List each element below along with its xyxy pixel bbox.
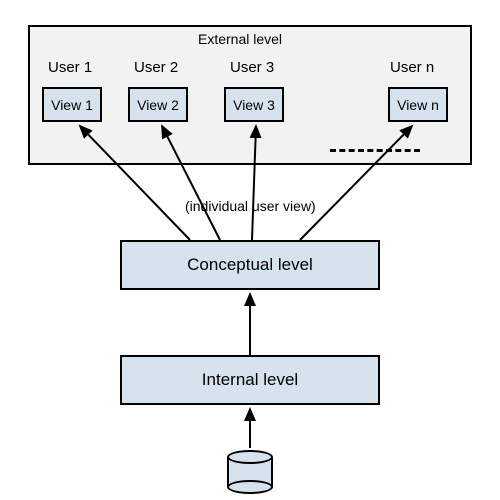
- user-label-1: User 1: [48, 59, 92, 76]
- external-level-title: External level: [198, 31, 282, 47]
- view-label-n: View n: [397, 97, 439, 113]
- conceptual-level-box: Conceptual level: [120, 240, 380, 290]
- external-level-panel: External level User 1 User 2 User 3 User…: [28, 25, 472, 165]
- user-label-2: User 2: [134, 59, 178, 76]
- internal-level-label: Internal level: [202, 370, 298, 390]
- view-label-2: View 2: [137, 97, 179, 113]
- view-box-3: View 3: [224, 87, 284, 122]
- user-label-n: User n: [390, 59, 434, 76]
- view-box-2: View 2: [128, 87, 188, 122]
- database-icon: [227, 450, 273, 490]
- view-label-1: View 1: [51, 97, 93, 113]
- conceptual-level-label: Conceptual level: [187, 255, 313, 275]
- view-label-3: View 3: [233, 97, 275, 113]
- internal-level-box: Internal level: [120, 355, 380, 405]
- view-box-1: View 1: [42, 87, 102, 122]
- view-box-n: View n: [388, 87, 448, 122]
- ellipsis-connector: [330, 149, 420, 152]
- external-level-subtitle: (individual user view): [185, 198, 316, 214]
- user-label-3: User 3: [230, 59, 274, 76]
